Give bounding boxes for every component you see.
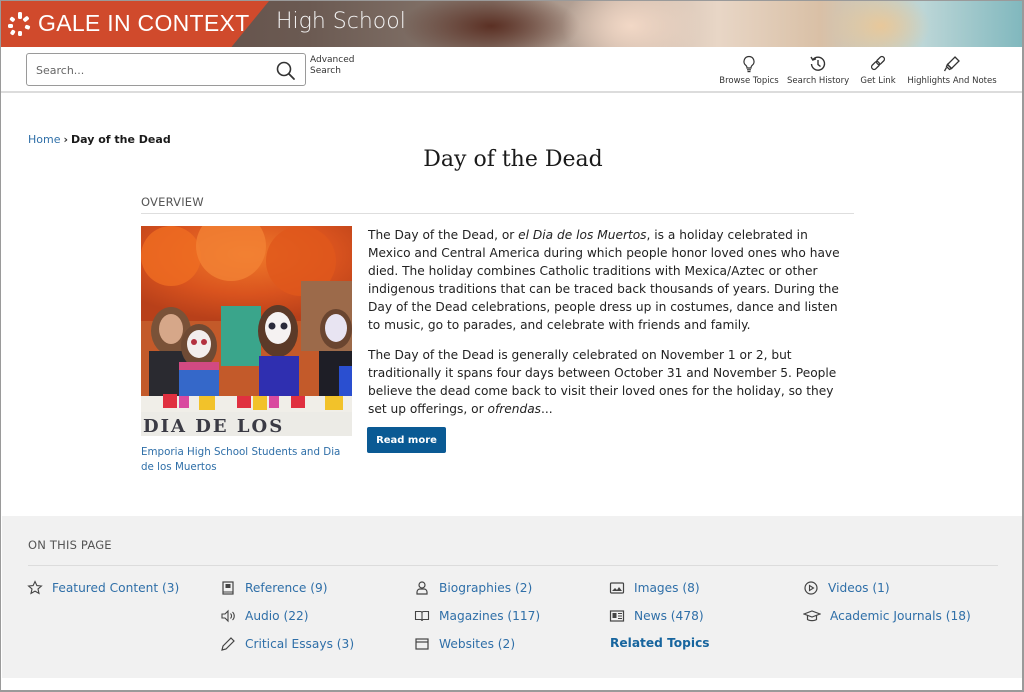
nav-audio[interactable]: Audio (22) — [220, 608, 309, 624]
page-title: Day of the Dead — [423, 147, 603, 172]
gale-logo-icon[interactable] — [7, 11, 33, 37]
topic-image-illustration: DIA DE LOS — [141, 226, 352, 436]
pencil-icon — [220, 636, 236, 652]
banner-photo-highlight — [561, 1, 701, 47]
nav-websites[interactable]: Websites (2) — [414, 636, 515, 652]
graduation-cap-icon — [803, 608, 821, 624]
nav-reference-label: Reference (9) — [245, 581, 328, 595]
overview-paragraph-2: The Day of the Dead is generally celebra… — [368, 346, 853, 418]
nav-critical-essays-label: Critical Essays (3) — [245, 637, 355, 651]
overview-heading: OVERVIEW — [141, 195, 854, 214]
nav-videos-label: Videos (1) — [828, 581, 890, 595]
get-link-label: Get Link — [860, 76, 896, 86]
person-icon — [414, 580, 430, 596]
overview-paragraph-1: The Day of the Dead, or el Dia de los Mu… — [368, 226, 853, 334]
search-icon[interactable] — [275, 60, 297, 82]
topic-image[interactable]: DIA DE LOS — [141, 226, 352, 436]
breadcrumb-home-link[interactable]: Home — [28, 133, 60, 146]
newspaper-icon — [609, 608, 625, 624]
paragraph-2-italic: ofrendas — [487, 402, 542, 416]
nav-magazines-label: Magazines (117) — [439, 609, 541, 623]
nav-academic-journals[interactable]: Academic Journals (18) — [803, 608, 971, 624]
browse-topics-button[interactable]: Browse Topics — [718, 55, 780, 86]
link-icon — [870, 55, 886, 71]
search-box — [26, 53, 306, 86]
nav-reference[interactable]: Reference (9) — [220, 580, 328, 596]
breadcrumb: Home › Day of the Dead — [28, 133, 171, 146]
nav-academic-journals-label: Academic Journals (18) — [830, 609, 971, 623]
overview-text: The Day of the Dead, or el Dia de los Mu… — [368, 226, 853, 430]
nav-magazines[interactable]: Magazines (117) — [414, 608, 540, 624]
lightbulb-icon — [743, 55, 755, 73]
highlights-and-notes-label: Highlights And Notes — [907, 76, 997, 86]
paragraph-1-text-cont: , is a holiday celebrated in Mexico and … — [368, 228, 840, 332]
speaker-icon — [220, 608, 236, 624]
nav-images[interactable]: Images (8) — [609, 580, 700, 596]
nav-featured-content-label: Featured Content (3) — [52, 581, 180, 595]
nav-critical-essays[interactable]: Critical Essays (3) — [220, 636, 354, 652]
nav-videos[interactable]: Videos (1) — [803, 580, 890, 596]
paragraph-2-text: The Day of the Dead is generally celebra… — [368, 348, 837, 416]
nav-news-label: News (478) — [634, 609, 704, 623]
banner-text: DIA DE LOS — [143, 416, 284, 436]
paragraph-2-ellipsis: ... — [541, 402, 553, 416]
banner-photo — [401, 1, 581, 47]
advanced-search-label-2: Search — [310, 66, 341, 76]
header-banner: GALE IN CONTEXT High School — [1, 1, 1022, 47]
browser-page: GALE IN CONTEXT High School Advanced Sea… — [0, 0, 1024, 692]
image-icon — [609, 580, 625, 596]
get-link-button[interactable]: Get Link — [859, 55, 897, 86]
nav-websites-label: Websites (2) — [439, 637, 516, 651]
paragraph-1-text: The Day of the Dead, or — [368, 228, 519, 242]
breadcrumb-separator-icon: › — [63, 133, 69, 146]
advanced-search-label-1: Advanced — [310, 55, 355, 65]
brand-logo-text[interactable]: GALE IN CONTEXT — [38, 10, 250, 37]
nav-related-topics[interactable]: Related Topics — [610, 636, 710, 650]
search-history-button[interactable]: Search History — [787, 55, 849, 86]
product-name: High School — [276, 9, 406, 34]
search-history-label: Search History — [787, 76, 850, 86]
history-icon — [810, 56, 826, 71]
on-this-page-heading: ON THIS PAGE — [28, 538, 998, 566]
open-book-icon — [414, 608, 430, 624]
toolbar: Advanced Search Browse Topics Search His… — [1, 47, 1022, 93]
advanced-search-link[interactable]: Advanced Search — [310, 55, 360, 77]
browser-window-icon — [414, 636, 430, 652]
highlights-and-notes-button[interactable]: Highlights And Notes — [907, 55, 997, 86]
nav-audio-label: Audio (22) — [245, 609, 309, 623]
browse-topics-label: Browse Topics — [719, 76, 779, 86]
image-caption-link[interactable]: Emporia High School Students and Dia de … — [141, 445, 356, 475]
on-this-page-section: ON THIS PAGE Featured Content (3) Refere… — [2, 516, 1022, 678]
breadcrumb-current: Day of the Dead — [71, 133, 171, 146]
search-input[interactable] — [36, 60, 266, 80]
reference-book-icon — [220, 580, 236, 596]
read-more-button[interactable]: Read more — [367, 427, 446, 453]
nav-news[interactable]: News (478) — [609, 608, 704, 624]
paragraph-1-italic: el Dia de los Muertos — [518, 228, 647, 242]
star-icon — [27, 580, 43, 596]
nav-related-topics-label: Related Topics — [610, 636, 710, 650]
nav-featured-content[interactable]: Featured Content (3) — [27, 580, 179, 596]
play-circle-icon — [803, 580, 819, 596]
nav-biographies[interactable]: Biographies (2) — [414, 580, 532, 596]
nav-biographies-label: Biographies (2) — [439, 581, 533, 595]
banner-photo-highlight-2 — [831, 1, 931, 47]
highlighter-icon — [943, 56, 960, 72]
nav-images-label: Images (8) — [634, 581, 700, 595]
